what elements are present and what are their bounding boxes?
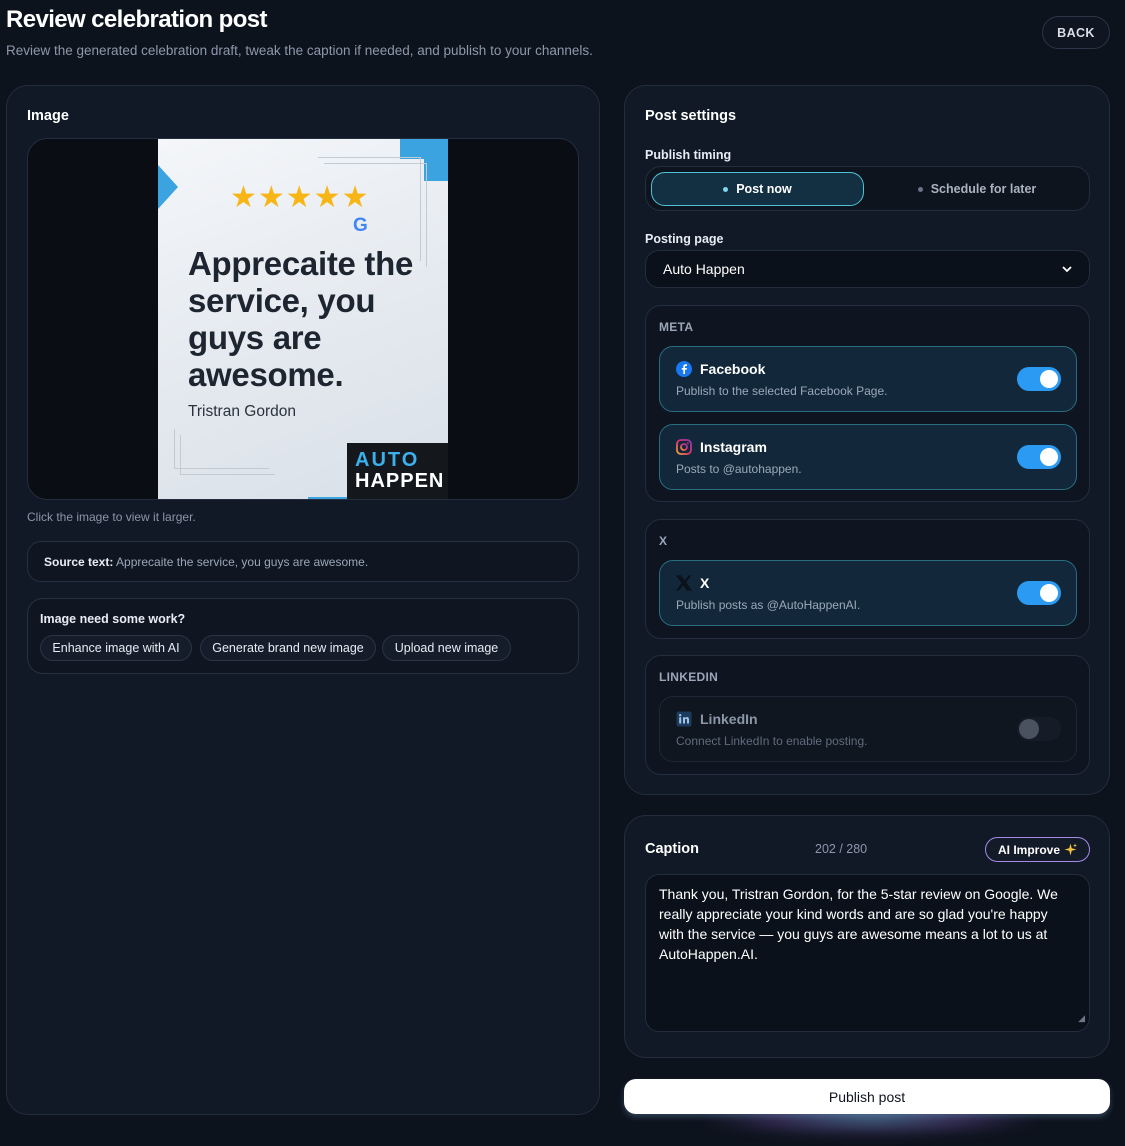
ai-improve-label: AI Improve [997,842,1060,857]
linkedin-desc: Connect LinkedIn to enable posting. [676,734,868,748]
publish-post-button[interactable]: Publish post [624,1079,1110,1114]
instagram-icon [676,439,692,455]
poster-quote: Apprecaite the service, you guys are awe… [188,245,414,393]
generate-image-button[interactable]: Generate brand new image [200,635,376,661]
publish-timing-selector: Post now Schedule for later [645,166,1090,211]
brand-logo: AUTO HAPPEN [347,443,448,499]
toggle-knob [1040,448,1058,466]
ai-improve-button[interactable]: AI Improve [985,837,1090,862]
poster-author: Tristran Gordon [188,403,296,420]
celebration-image[interactable]: ★★★★★ G Apprecaite the service, you guys… [158,139,448,499]
x-toggle[interactable] [1017,581,1061,605]
linkedin-icon [676,711,692,727]
posting-page-label: Posting page [645,232,724,246]
sparkle-icon [1064,843,1077,856]
x-name: X [700,575,710,591]
decor-block [424,159,448,181]
facebook-toggle[interactable] [1017,367,1061,391]
image-panel: Image ★★★★★ G Apprecaite the service, yo… [6,85,600,1115]
instagram-name: Instagram [700,439,767,455]
source-text-box: Source text: Apprecaite the service, you… [27,541,579,582]
google-icon: G [353,215,368,236]
linkedin-group: LINKEDIN LinkedIn Connect LinkedIn to en… [645,655,1090,775]
back-button[interactable]: BACK [1042,16,1110,49]
image-actions-title: Image need some work? [40,612,186,626]
linkedin-name: LinkedIn [700,711,758,727]
chevron-down-icon [1062,265,1072,272]
source-text-label: Source text: [44,555,114,569]
publish-timing-label: Publish timing [645,148,732,162]
image-actions-box: Image need some work? Enhance image with… [27,598,579,674]
meta-group-title: META [659,320,694,334]
linkedin-channel: LinkedIn Connect LinkedIn to enable post… [659,696,1077,762]
x-group: X X Publish posts as @AutoHappenAI. [645,519,1090,639]
brand-logo-auto: AUTO [355,449,420,471]
facebook-channel: Facebook Publish to the selected Faceboo… [659,346,1077,412]
toggle-knob [1040,370,1058,388]
image-preview[interactable]: ★★★★★ G Apprecaite the service, you guys… [27,138,579,500]
schedule-later-label: Schedule for later [930,182,1037,196]
instagram-toggle[interactable] [1017,445,1061,469]
linkedin-group-title: LINKEDIN [659,670,719,684]
post-settings-title: Post settings [645,108,737,124]
facebook-icon [676,361,692,377]
brand-logo-happen: HAPPEN [355,470,445,492]
caption-panel: Caption 202 / 280 AI Improve Thank you, … [624,815,1110,1058]
post-now-option[interactable]: Post now [651,172,864,206]
caption-title: Caption [645,841,699,857]
facebook-name: Facebook [700,361,766,377]
toggle-knob [1019,719,1039,739]
linkedin-toggle[interactable] [1017,717,1061,741]
x-logo-icon [676,575,692,591]
x-desc: Publish posts as @AutoHappenAI. [676,598,861,612]
page-subtitle: Review the generated celebration draft, … [6,43,593,58]
posting-page-select[interactable]: Auto Happen [645,250,1090,288]
resize-handle-icon[interactable]: ◢ [1078,1008,1085,1028]
source-text-value: Apprecaite the service, you guys are awe… [116,555,369,569]
caption-text: Thank you, Tristran Gordon, for the 5-st… [659,886,1058,962]
toggle-knob [1040,584,1058,602]
caption-textarea[interactable]: Thank you, Tristran Gordon, for the 5-st… [645,874,1090,1032]
image-hint: Click the image to view it larger. [27,510,196,524]
caption-char-count: 202 / 280 [815,842,868,856]
radio-dot-icon [723,186,729,192]
decor-block [400,139,448,159]
posting-page-value: Auto Happen [663,261,745,277]
five-star-icon: ★★★★★ [230,181,370,214]
enhance-image-button[interactable]: Enhance image with AI [40,635,192,661]
instagram-desc: Posts to @autohappen. [676,462,802,476]
image-panel-title: Image [27,108,69,124]
post-now-label: Post now [736,182,792,196]
post-settings-panel: Post settings Publish timing Post now Sc… [624,85,1110,795]
x-group-title: X [659,534,668,548]
page-title: Review celebration post [6,6,268,33]
decor-frame [180,435,275,475]
meta-group: META Facebook Publish to the selected Fa… [645,305,1090,502]
decor-triangle [158,165,178,209]
facebook-desc: Publish to the selected Facebook Page. [676,384,888,398]
radio-dot-icon [917,186,923,192]
schedule-later-option[interactable]: Schedule for later [870,172,1084,206]
x-channel: X Publish posts as @AutoHappenAI. [659,560,1077,626]
upload-image-button[interactable]: Upload new image [382,635,511,661]
instagram-channel: Instagram Posts to @autohappen. [659,424,1077,490]
